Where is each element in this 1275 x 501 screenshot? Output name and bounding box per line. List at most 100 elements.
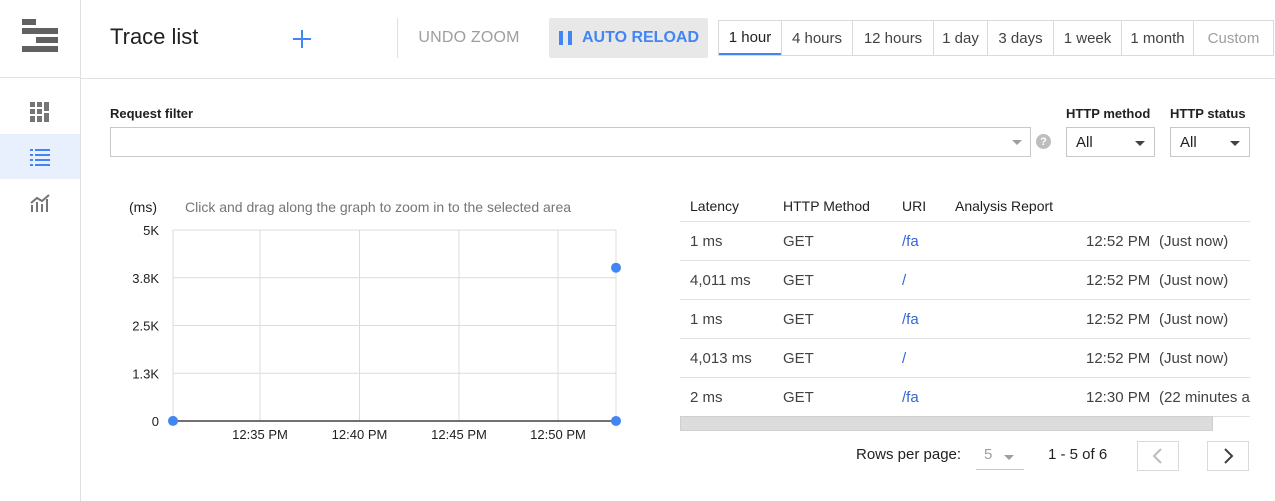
cell-http-method: GET: [783, 311, 814, 328]
cell-uri[interactable]: /fa: [902, 389, 919, 406]
rail-item-overview[interactable]: [0, 89, 80, 134]
table-row[interactable]: 4,013 ms GET / 12:52 PM (Just now): [680, 339, 1250, 378]
cell-time: 12:52 PM: [1086, 233, 1151, 250]
chart-point[interactable]: [168, 415, 178, 426]
rail-item-analysis[interactable]: [0, 180, 80, 225]
help-icon[interactable]: ?: [1036, 134, 1051, 149]
latency-chart[interactable]: (ms) Click and drag along the graph to z…: [110, 190, 630, 450]
cell-uri[interactable]: /fa: [902, 311, 919, 328]
rows-per-page-value: 5: [984, 446, 993, 463]
chart-y-tick-label: 5K: [143, 223, 159, 238]
cell-time-ago: (22 minutes ago): [1159, 389, 1250, 406]
pause-icon: [558, 31, 572, 45]
app-logo[interactable]: [0, 0, 80, 78]
http-status-select[interactable]: All: [1170, 127, 1250, 157]
pagination-range: 1 - 5 of 6: [1048, 446, 1108, 463]
table-row[interactable]: 1 ms GET/fa 12:52 PM (Just now): [680, 222, 1250, 261]
auto-reload-button[interactable]: AUTO RELOAD: [549, 18, 708, 58]
http-method-label: HTTP method: [1066, 106, 1151, 121]
cell-http-method: GET: [783, 272, 814, 289]
horizontal-scrollbar[interactable]: [680, 416, 1213, 431]
cell-http-method: GET: [783, 233, 814, 250]
cell-uri[interactable]: /fa: [902, 233, 919, 250]
cell-time: 12:30 PM: [1086, 389, 1151, 406]
trace-list-app: Trace list UNDO ZOOM AUTO RELOAD 1 hour 4…: [0, 0, 1275, 501]
cell-http-method: GET: [783, 389, 814, 406]
dropdown-caret-icon[interactable]: [1012, 140, 1022, 145]
chevron-left-icon: [1152, 448, 1162, 464]
cell-latency: 4,013 ms: [690, 350, 752, 367]
range-option-12-hours[interactable]: 12 hours: [852, 21, 933, 55]
cell-uri[interactable]: /: [902, 350, 906, 367]
analysis-reports-icon: [30, 193, 50, 212]
auto-reload-label: AUTO RELOAD: [581, 29, 700, 46]
chart-zoom-hint: Click and drag along the graph to zoom i…: [185, 199, 571, 215]
header-divider: [397, 18, 398, 58]
column-header-uri[interactable]: URI: [902, 198, 926, 214]
chevron-right-icon: [1224, 448, 1234, 464]
chart-point[interactable]: [611, 415, 621, 426]
cell-time-ago: (Just now): [1159, 272, 1229, 289]
column-header-latency[interactable]: Latency: [690, 198, 739, 214]
chart-y-ticks: 0 1.3K 2.5K 3.8K 5K: [132, 223, 159, 429]
latency-chart-svg[interactable]: (ms) Click and drag along the graph to z…: [110, 190, 630, 450]
chart-y-tick-label: 0: [152, 414, 159, 429]
rail-item-trace-list[interactable]: [0, 134, 80, 179]
rows-per-page-select[interactable]: 5: [976, 442, 1024, 470]
time-range-selector: 1 hour 4 hours 12 hours 1 day 3 days 1 week 1 …: [718, 20, 1274, 56]
chart-x-ticks: 12:35 PM 12:40 PM 12:45 PM 12:50 PM: [232, 427, 586, 442]
dropdown-caret-icon: [1004, 455, 1014, 460]
chart-point[interactable]: [611, 262, 621, 273]
cell-latency: 2 ms: [690, 389, 723, 406]
chart-x-tick-label: 12:40 PM: [332, 427, 388, 442]
column-header-http-method[interactable]: HTTP Method: [783, 198, 870, 214]
cell-uri[interactable]: /: [902, 272, 906, 289]
range-option-1-day[interactable]: 1 day: [933, 21, 987, 55]
chart-y-tick-label: 1.3K: [132, 366, 159, 381]
request-filter-input[interactable]: [110, 127, 1031, 157]
range-option-4-hours[interactable]: 4 hours: [781, 21, 852, 55]
rows-per-page-label: Rows per page:: [856, 446, 962, 463]
chart-x-tick-label: 12:50 PM: [530, 427, 586, 442]
plus-icon: [293, 30, 311, 48]
add-button[interactable]: [287, 24, 317, 54]
dashboard-icon: [30, 101, 49, 122]
range-option-1-month[interactable]: 1 month: [1121, 21, 1193, 55]
page-header: Trace list UNDO ZOOM AUTO RELOAD 1 hour 4…: [81, 0, 1275, 79]
chart-y-unit: (ms): [129, 199, 157, 215]
cell-http-method: GET: [783, 350, 814, 367]
chart-y-tick-label: 3.8K: [132, 271, 159, 286]
previous-page-button[interactable]: [1137, 441, 1179, 471]
range-option-3-days[interactable]: 3 days: [987, 21, 1053, 55]
chart-x-tick-label: 12:45 PM: [431, 427, 487, 442]
dropdown-caret-icon: [1135, 141, 1145, 146]
table-row[interactable]: 4,011 ms GET / 12:52 PM (Just now): [680, 261, 1250, 300]
chart-y-tick-label: 2.5K: [132, 319, 159, 334]
range-option-1-hour[interactable]: 1 hour: [719, 21, 781, 55]
cell-time-ago: (Just now): [1159, 311, 1229, 328]
range-option-Custom: Custom: [1193, 21, 1273, 55]
chart-grid: [172, 229, 617, 422]
undo-zoom-button[interactable]: UNDO ZOOM: [404, 19, 534, 57]
table-row[interactable]: 1 ms GET/fa 12:52 PM (Just now): [680, 300, 1250, 339]
page-title: Trace list: [110, 24, 199, 49]
cell-latency: 1 ms: [690, 311, 723, 328]
cell-latency: 4,011 ms: [690, 272, 751, 289]
dropdown-caret-icon: [1230, 141, 1240, 146]
http-method-select[interactable]: All: [1066, 127, 1155, 157]
next-page-button[interactable]: [1207, 441, 1249, 471]
http-method-value: All: [1076, 133, 1093, 151]
column-header-analysis-report[interactable]: Analysis Report: [955, 198, 1053, 214]
trace-table: Latency HTTP Method URI Analysis Report …: [680, 190, 1250, 430]
request-filter-label: Request filter: [110, 106, 194, 121]
cell-time: 12:52 PM: [1086, 272, 1151, 289]
chart-x-tick-label: 12:35 PM: [232, 427, 288, 442]
logo-icon: [22, 19, 58, 52]
http-status-label: HTTP status: [1170, 106, 1246, 121]
table-row[interactable]: 2 ms GET/fa 12:30 PM (22 minutes ago): [680, 378, 1250, 417]
cell-latency: 1 ms: [690, 233, 723, 250]
range-option-1-week[interactable]: 1 week: [1053, 21, 1121, 55]
cell-time: 12:52 PM: [1086, 350, 1151, 367]
table-header: Latency HTTP Method URI Analysis Report: [680, 190, 1250, 222]
cell-time-ago: (Just now): [1159, 350, 1229, 367]
